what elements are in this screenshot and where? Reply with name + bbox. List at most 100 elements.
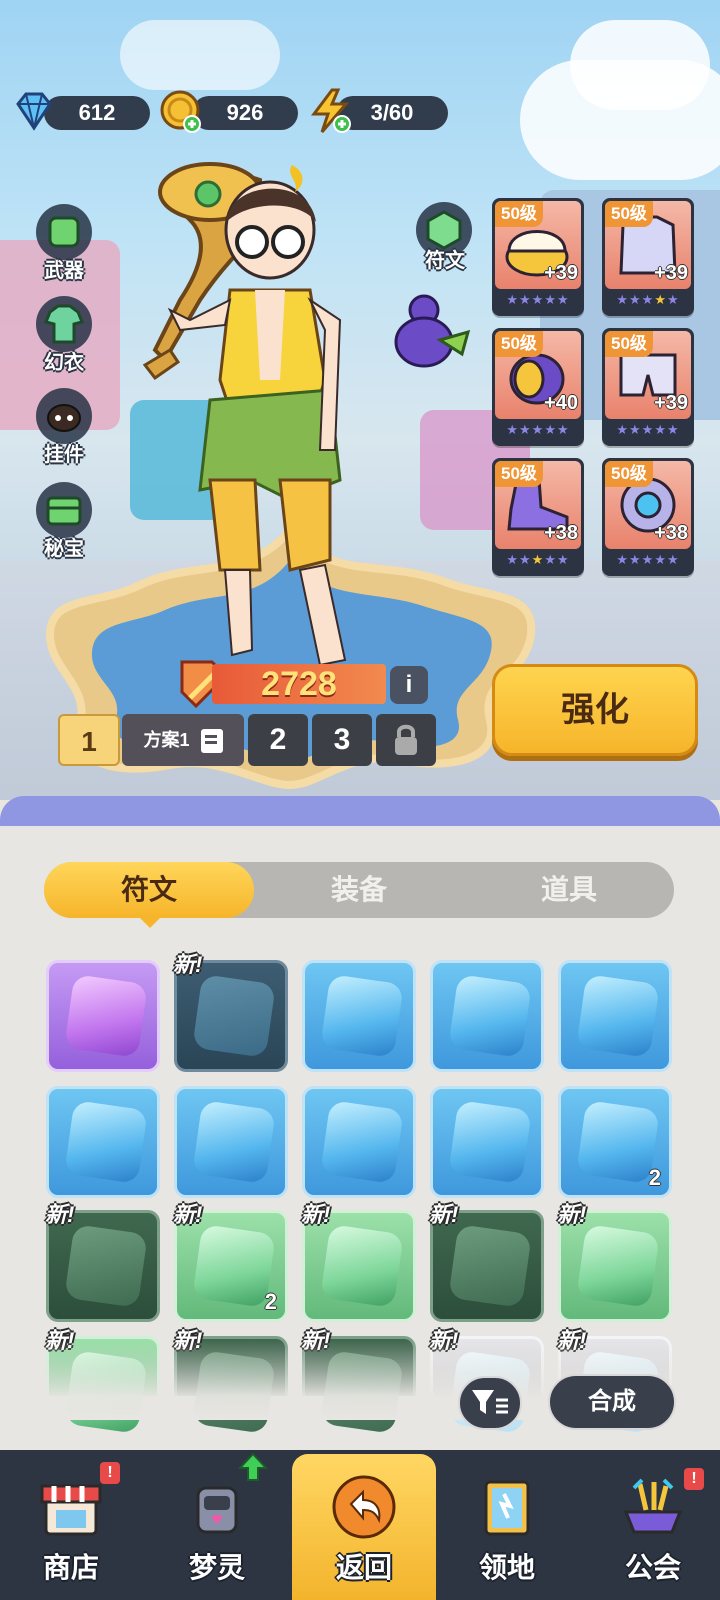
tab-items[interactable]: 道具 (464, 862, 674, 918)
rune-slot[interactable]: 新! (45, 1202, 160, 1322)
rune-gem-icon (64, 1100, 148, 1184)
diamond-icon (16, 92, 52, 131)
rune-gem-icon (448, 974, 532, 1058)
merge-button[interactable]: 合成 (548, 1374, 676, 1430)
tab-equipment[interactable]: 装备 (254, 862, 464, 918)
rune-count: 2 (648, 1165, 661, 1190)
rune-slot[interactable]: 新! (173, 952, 288, 1072)
rune-slot[interactable]: 新! (301, 1202, 416, 1322)
rune-slot[interactable]: 新! (557, 1202, 672, 1322)
coin-value: 926 (226, 100, 264, 125)
nav-guild-label: 公会 (624, 1552, 681, 1583)
filter-button[interactable] (458, 1376, 522, 1430)
enhance-button[interactable]: 强化 (492, 664, 698, 756)
equipment-slot-pants[interactable]: 50级 +39 ★★★★★ (602, 328, 694, 446)
menu-pendant[interactable]: 挂件 (24, 386, 104, 466)
equipment-slot-coat[interactable]: 50级 +39 ★★★★★ (602, 198, 694, 316)
equipment-level: 50级 (605, 201, 653, 227)
diamond-value: 612 (78, 100, 116, 125)
inventory-tabs: 符文 装备 道具 (44, 862, 674, 918)
stamina-counter[interactable]: 3/60 (336, 96, 448, 130)
plan-slot-1-label: 1 (81, 726, 97, 757)
menu-pendant-label: 挂件 (44, 444, 84, 466)
rune-slot[interactable] (46, 960, 160, 1072)
equipment-slot-helmet[interactable]: 50级 +39 ★★★★★ (492, 198, 584, 316)
menu-costume[interactable]: 幻衣 (24, 294, 104, 374)
plan-name-label: 方案1 (143, 730, 190, 750)
rune-slot[interactable] (430, 960, 544, 1072)
rune-gem-icon (448, 1224, 532, 1308)
new-tag: 新! (173, 952, 203, 977)
rune-slot[interactable] (302, 960, 416, 1072)
equipment-slot-shoes[interactable]: 50级 +38 ★★★★★ (492, 458, 584, 576)
coin-counter[interactable]: 926 (192, 96, 298, 130)
rune-gem-icon (576, 974, 660, 1058)
gold-coin-icon (160, 90, 201, 133)
menu-treasure-label: 秘宝 (44, 538, 84, 560)
shirt-icon (36, 296, 92, 352)
tab-items-label: 道具 (540, 874, 597, 905)
equipment-stars: ★★★★★ (616, 552, 680, 567)
robot-icon (196, 1486, 238, 1534)
back-arrow-icon (332, 1475, 396, 1539)
equipment-slot-accessory[interactable]: 50级 +38 ★★★★★ (602, 458, 694, 576)
rune-slot[interactable]: 2 (558, 1086, 672, 1198)
territory-door-icon (484, 1480, 530, 1536)
edit-icon[interactable] (200, 729, 223, 754)
nav-territory[interactable]: 领地 (442, 1452, 572, 1600)
lock-icon (395, 724, 417, 755)
equipment-slot-bracer[interactable]: 50级 +40 ★★★★★ (492, 328, 584, 446)
new-tag: 新! (45, 1202, 75, 1227)
rune-slot[interactable]: 新! 2 (173, 1202, 288, 1322)
tab-pointer (138, 916, 162, 928)
equipment-bonus: +40 (544, 392, 578, 414)
menu-weapon[interactable]: 武器 (24, 202, 104, 282)
plan-slot-locked[interactable] (376, 714, 436, 766)
new-tag: 新! (557, 1202, 587, 1227)
plan-slot-3[interactable]: 3 (312, 714, 372, 766)
menu-treasure[interactable]: 秘宝 (24, 480, 104, 560)
rune-slot[interactable] (430, 1086, 544, 1198)
diamond-counter[interactable]: 612 (44, 96, 150, 130)
rune-slot[interactable] (302, 1086, 416, 1198)
rune-gem-icon (320, 1224, 404, 1308)
nav-dream-spirit[interactable]: 梦灵 (152, 1452, 282, 1600)
plan-slot-2[interactable]: 2 (248, 714, 308, 766)
rune-slot[interactable] (558, 960, 672, 1072)
info-icon: i (405, 671, 413, 698)
plan-name[interactable]: 方案1 (122, 714, 244, 766)
nav-shop-badge: ! (100, 1462, 120, 1484)
equipment-level: 50级 (495, 331, 543, 357)
equipment-bonus: +39 (544, 262, 578, 284)
menu-weapon-label: 武器 (44, 260, 84, 282)
info-button[interactable]: i (390, 666, 428, 704)
nav-guild-badge: ! (684, 1468, 704, 1490)
nav-dream-spirit-label: 梦灵 (188, 1552, 245, 1583)
new-tag: 新! (301, 1202, 331, 1227)
rune-gem-icon (192, 1100, 276, 1184)
rune-gem-icon (576, 1224, 660, 1308)
nav-back[interactable]: 返回 (299, 1452, 429, 1600)
nav-back-label: 返回 (335, 1552, 392, 1583)
plan-slot-2-label: 2 (269, 723, 287, 756)
nav-guild[interactable]: ! 公会 (588, 1452, 718, 1600)
equipment-level: 50级 (495, 461, 543, 487)
rune-slot[interactable]: 新! (429, 1202, 544, 1322)
menu-costume-label: 幻衣 (44, 352, 84, 374)
equipment-stars: ★★★★★ (506, 292, 570, 307)
nav-shop[interactable]: ! 商店 (6, 1452, 136, 1600)
equipment-bonus: +39 (654, 262, 688, 284)
equipment-bonus: +38 (544, 522, 578, 544)
nav-territory-label: 领地 (478, 1552, 535, 1583)
plan-slot-1[interactable]: 1 (58, 714, 120, 766)
rune-button[interactable]: 符文 (408, 200, 482, 278)
rune-gem-icon (448, 1100, 532, 1184)
rune-slot[interactable] (46, 1086, 160, 1198)
rune-slot[interactable] (174, 1086, 288, 1198)
equipment-stars: ★★★★★ (616, 422, 680, 437)
combat-power: 2728 (212, 664, 386, 704)
equipment-stars: ★★★★★ (616, 292, 680, 307)
new-tag: 新! (429, 1202, 459, 1227)
treasure-icon (36, 482, 92, 538)
tab-rune[interactable]: 符文 (44, 862, 254, 918)
